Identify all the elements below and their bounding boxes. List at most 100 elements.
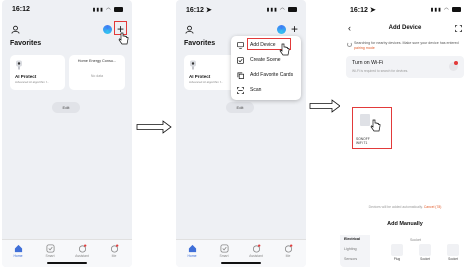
edit-button[interactable]: Edit [52, 102, 80, 113]
me-icon [110, 244, 118, 253]
hand-pointer-icon [370, 119, 381, 132]
tab-assistant[interactable]: Assistant [68, 244, 96, 258]
next-step-arrow [309, 99, 341, 113]
tab-label: Home [187, 254, 197, 258]
ai-protect-card[interactable]: AI Protect Advanced AI algorithm f... [10, 55, 65, 90]
tab-assistant[interactable]: Assistant [242, 244, 270, 258]
device-name: SONOFF WiFi T1 [356, 137, 370, 145]
discovered-device-tile[interactable]: SONOFF WiFi T1 [352, 107, 392, 149]
product-socket-zigbee[interactable]: Socket [442, 244, 464, 261]
home-energy-card[interactable]: Home Energy Consu... No data [69, 55, 125, 90]
menu-item-add-favorite-cards[interactable]: Add Favorite Cards [231, 69, 301, 83]
status-icons: ▮▮▮ ◠ [267, 7, 297, 13]
home-indicator [47, 262, 87, 264]
assistant-icon [252, 244, 260, 253]
searching-text: Searching for nearby devices. Make sure … [354, 41, 459, 45]
tab-label: Assistant [75, 254, 89, 258]
tutorial-canvas: 16:12 ▮▮▮ ◠ + Favorites AI Protect Advan… [0, 0, 470, 267]
switch-device-icon [360, 114, 370, 126]
scan-icon[interactable] [455, 25, 462, 32]
wifi-subtitle: Wi-Fi is required to search for devices. [352, 69, 409, 73]
card-icon [237, 72, 244, 79]
next-step-arrow [136, 120, 172, 134]
tab-me[interactable]: Me [274, 244, 302, 258]
product-socket-wifi[interactable]: Socket [414, 244, 436, 261]
plug-icon [391, 244, 403, 256]
menu-item-scan[interactable]: Scan [231, 84, 301, 98]
card-subtitle: Advanced AI algorithm f... [189, 80, 224, 84]
tab-label: Assistant [249, 254, 263, 258]
card-title: AI Protect [189, 74, 211, 79]
assistant-orb-icon[interactable] [103, 25, 112, 34]
auto-note-text: Devices will be added automatically. [368, 205, 423, 209]
wifi-icon[interactable] [449, 61, 458, 71]
searching-message: Searching for nearby devices. Make sure … [354, 41, 464, 51]
edit-button[interactable]: Edit [226, 102, 254, 113]
smart-icon [219, 244, 229, 253]
menu-item-label: Create Scene [250, 57, 281, 63]
camera-icon [16, 60, 22, 70]
menu-item-label: Scan [250, 87, 262, 93]
top-bar: ‹ Add Device [340, 24, 470, 36]
tab-bar: Home Smart Assistant Me [2, 239, 132, 267]
wifi-title: Turn on Wi-Fi [352, 60, 384, 66]
status-bar: 16:12 ➤ ▮▮▮ ◠ [340, 6, 470, 16]
tab-home[interactable]: Home [4, 244, 32, 258]
category-panel: Electrical Lighting Sensors Socket Plug … [340, 235, 470, 267]
tab-label: Me [285, 254, 291, 258]
socket-icon [447, 244, 459, 256]
status-icons: ▮▮▮ ◠ [431, 7, 461, 13]
tab-label: Home [13, 254, 23, 258]
product-name: Socket [448, 257, 458, 261]
loading-spinner-icon [347, 42, 352, 47]
status-time: 16:12 [12, 6, 30, 13]
status-icons: ▮▮▮ ◠ [93, 7, 123, 13]
tab-smart[interactable]: Smart [210, 244, 238, 258]
device-model-text: WiFi T1 [356, 141, 368, 145]
category-electrical[interactable]: Electrical [344, 237, 360, 241]
smart-icon [45, 244, 55, 253]
home-icon [188, 244, 196, 253]
pairing-mode-link[interactable]: pairing mode [354, 46, 375, 50]
tab-label: Smart [219, 254, 229, 258]
cancel-link[interactable]: Cancel (78) [424, 205, 442, 209]
favorites-title: Favorites [10, 40, 42, 47]
tab-home[interactable]: Home [178, 244, 206, 258]
socket-icon [419, 244, 431, 256]
home-indicator [221, 262, 261, 264]
tab-me[interactable]: Me [100, 244, 128, 258]
home-icon [14, 244, 22, 253]
product-name: Socket [420, 257, 430, 261]
status-bar: 16:12 ▮▮▮ ◠ [2, 6, 132, 16]
wifi-prompt-card[interactable]: Turn on Wi-Fi Wi-Fi is required to searc… [346, 56, 464, 78]
product-name: Plug [393, 257, 401, 261]
user-icon[interactable] [11, 25, 20, 34]
group-title: Socket [410, 238, 421, 242]
category-lighting[interactable]: Lighting [344, 247, 357, 251]
status-bar: 16:12 ➤ ▮▮▮ ◠ [176, 6, 306, 16]
card-subtitle: Advanced AI algorithm f... [15, 80, 50, 84]
battery-icon [452, 7, 461, 13]
me-icon [284, 244, 292, 253]
scan-icon [237, 87, 244, 94]
assistant-icon [78, 244, 86, 253]
tab-smart[interactable]: Smart [36, 244, 64, 258]
battery-icon [288, 7, 297, 13]
add-plus-button[interactable]: + [291, 23, 298, 35]
add-manually-title: Add Manually [387, 221, 423, 227]
assistant-orb-icon[interactable] [277, 25, 286, 34]
hand-pointer-icon [118, 32, 129, 45]
phone-screen-menu: 16:12 ➤ ▮▮▮ ◠ + Favorites AI Protect Adv… [176, 0, 306, 267]
product-plug[interactable]: Plug [386, 244, 408, 261]
status-time: 16:12 ➤ [350, 7, 376, 14]
tab-label: Me [111, 254, 117, 258]
menu-item-create-scene[interactable]: Create Scene [231, 54, 301, 68]
status-time: 16:12 ➤ [186, 7, 212, 14]
tab-label: Smart [45, 254, 55, 258]
tab-bar: Home Smart Assistant Me [176, 239, 306, 267]
favorites-title: Favorites [184, 40, 216, 47]
card-title: AI Protect [15, 74, 37, 79]
user-icon[interactable] [185, 25, 194, 34]
menu-item-label: Add Favorite Cards [250, 72, 294, 78]
category-sensors[interactable]: Sensors [344, 257, 357, 261]
